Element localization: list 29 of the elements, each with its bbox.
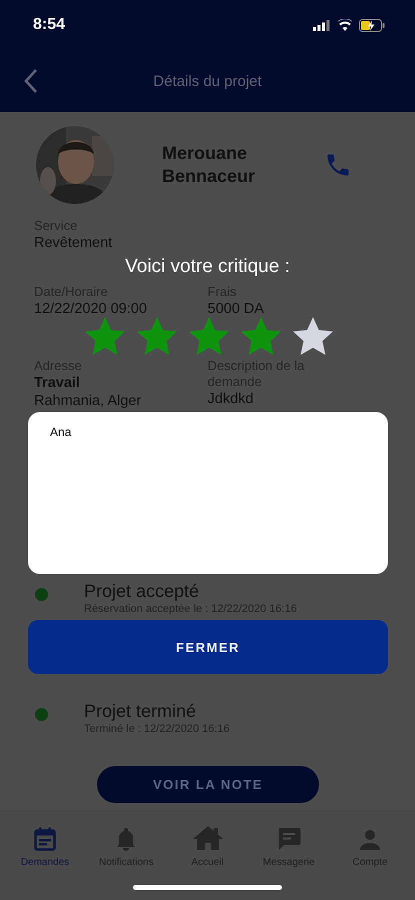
person-icon bbox=[359, 829, 381, 851]
house-icon bbox=[192, 825, 224, 851]
view-rating-button[interactable]: VOIR LA NOTE bbox=[97, 766, 319, 803]
wifi-icon bbox=[337, 19, 353, 31]
screen-title: Détails du projet bbox=[153, 72, 262, 90]
battery-icon bbox=[359, 18, 385, 32]
dialog-title: Voici votre critique : bbox=[124, 256, 291, 278]
tab-item[interactable]: Demandes bbox=[6, 811, 84, 900]
calendar-icon bbox=[34, 827, 56, 851]
bell-icon bbox=[116, 827, 136, 851]
star-icon bbox=[188, 316, 230, 356]
star-icon bbox=[292, 316, 334, 356]
star-icon bbox=[240, 316, 282, 356]
field-value: 12/22/2020 09:00 bbox=[34, 300, 148, 318]
field-value: Revêtement bbox=[34, 234, 114, 252]
close-button[interactable]: FERMER bbox=[28, 620, 388, 674]
step-title: Projet terminé bbox=[84, 700, 198, 722]
field-value: Travail bbox=[34, 374, 81, 392]
signal-icon bbox=[313, 20, 331, 30]
profile-name: Merouane Bennaceur bbox=[162, 142, 256, 188]
comment-field[interactable]: Ana bbox=[28, 412, 388, 574]
field-value: Jdkdkd bbox=[208, 390, 254, 408]
field-value: Rahmania, Alger bbox=[34, 392, 142, 410]
chat-icon bbox=[276, 827, 301, 851]
field-value: 5000 DA bbox=[208, 300, 265, 318]
star-icon bbox=[84, 316, 126, 356]
step-title: Projet accepté bbox=[84, 580, 200, 602]
star-icon bbox=[136, 316, 178, 356]
status-time: 8:54 bbox=[33, 16, 66, 34]
